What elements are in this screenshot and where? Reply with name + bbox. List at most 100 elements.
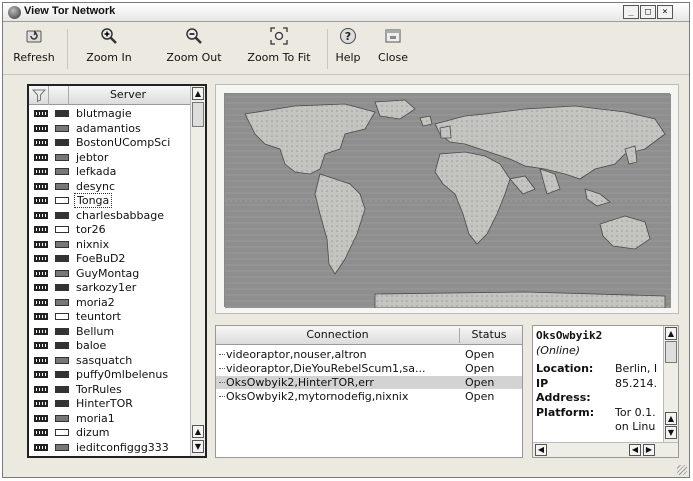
world-map[interactable]: [224, 93, 671, 309]
connection-path: OksOwbyik2,HinterTOR,err: [226, 376, 374, 389]
location-value: Berlin, I: [615, 362, 658, 375]
svg-text:?: ?: [345, 30, 351, 43]
connection-path: videoraptor,DieYouRebelScum1,sa...: [226, 362, 426, 375]
close-icon: [385, 29, 401, 43]
close-label: Close: [378, 51, 408, 64]
server-row[interactable]: TorRules: [29, 382, 190, 397]
router-status-icon: [34, 139, 48, 146]
server-row[interactable]: moria1: [29, 411, 190, 426]
server-name: BostonUCompSci: [76, 136, 171, 149]
scroll-right-arrow-icon[interactable]: ▶: [643, 444, 655, 456]
scroll-up-arrow-icon[interactable]: ▲: [665, 412, 677, 425]
scroll-up-arrow-icon[interactable]: ▲: [665, 327, 677, 340]
router-status-icon: [34, 429, 48, 436]
server-list[interactable]: Server blutmagie adamantios BostonUCompSci…: [27, 84, 207, 458]
server-name: GuyMontag: [76, 266, 140, 280]
router-status-icon: [34, 110, 48, 117]
bandwidth-column-header[interactable]: [49, 86, 69, 105]
zoom-in-button[interactable]: Zoom In: [77, 27, 141, 71]
location-label: Location:: [536, 362, 594, 375]
server-name: jebtor: [76, 150, 109, 164]
status-column-header[interactable]: Status: [462, 328, 516, 341]
scroll-left-arrow-icon[interactable]: ◀: [629, 444, 641, 456]
status-column-header[interactable]: [29, 86, 49, 105]
server-name: lefkada: [76, 165, 117, 178]
server-row[interactable]: dizum: [29, 425, 190, 440]
title-bar[interactable]: View Tor Network _ □ ×: [3, 3, 689, 22]
server-row[interactable]: moria2: [29, 295, 190, 310]
scroll-thumb[interactable]: [665, 341, 677, 363]
server-row[interactable]: sasquatch: [29, 353, 190, 368]
resize-grip[interactable]: [677, 465, 687, 475]
info-horizontal-scrollbar[interactable]: ◀ ◀ ▶: [533, 442, 678, 457]
connection-row[interactable]: OksOwbyik2,mytornodefig,nixnix Open: [216, 390, 522, 403]
zoom-to-fit-button[interactable]: Zoom To Fit: [239, 27, 319, 71]
refresh-label: Refresh: [13, 51, 55, 64]
router-status-icon: [34, 211, 48, 219]
server-row[interactable]: puffy0mlbelenus: [29, 367, 190, 382]
info-vertical-scrollbar[interactable]: ▲ ▲ ▼: [663, 326, 678, 442]
bandwidth-icon: [55, 313, 69, 320]
server-name: baloe: [76, 339, 107, 352]
server-name: moria2: [76, 295, 115, 309]
server-name: tor26: [76, 223, 106, 236]
scroll-down-arrow-icon[interactable]: ▼: [192, 440, 204, 453]
server-column-header[interactable]: Server: [69, 88, 187, 101]
server-name: adamantios: [76, 121, 141, 135]
router-status-icon: [34, 168, 48, 175]
server-row[interactable]: teuntort: [29, 309, 190, 324]
bandwidth-icon: [55, 211, 69, 219]
bandwidth-icon: [55, 269, 69, 277]
server-row-selected[interactable]: Tonga: [29, 193, 190, 208]
filter-icon: [31, 89, 47, 103]
refresh-icon: [26, 30, 42, 43]
close-button[interactable]: Close: [373, 27, 413, 71]
scroll-up-arrow-icon[interactable]: ▲: [192, 87, 204, 100]
connection-path: videoraptor,nouser,altron: [226, 348, 367, 361]
scroll-thumb[interactable]: [192, 102, 204, 127]
scroll-left-arrow-icon[interactable]: ◀: [535, 444, 547, 456]
server-row[interactable]: Bellum: [29, 324, 190, 339]
server-row[interactable]: ieditconfiggg333: [29, 440, 190, 455]
help-button[interactable]: ? Help: [333, 27, 363, 71]
server-row[interactable]: FoeBuD2: [29, 251, 190, 266]
refresh-button[interactable]: Refresh: [9, 27, 59, 71]
maximize-button[interactable]: □: [640, 5, 656, 19]
zoom-out-button[interactable]: Zoom Out: [161, 27, 227, 71]
connection-status: Open: [465, 390, 495, 403]
server-row[interactable]: charlesbabbage: [29, 208, 190, 223]
server-row[interactable]: baloe: [29, 338, 190, 353]
bandwidth-icon: [55, 226, 69, 233]
scroll-up-arrow-icon[interactable]: ▲: [192, 425, 204, 438]
window-title: View Tor Network: [24, 5, 116, 17]
zoom-to-fit-icon: [270, 27, 288, 45]
connection-row[interactable]: videoraptor,DieYouRebelScum1,sa... Open: [216, 362, 522, 375]
window-close-button[interactable]: ×: [657, 5, 673, 19]
server-row[interactable]: tor26: [29, 222, 190, 237]
server-row[interactable]: desync: [29, 179, 190, 194]
server-list-header: Server: [29, 86, 205, 105]
connection-row[interactable]: videoraptor,nouser,altron Open: [216, 348, 522, 361]
server-row[interactable]: nixnix: [29, 237, 190, 252]
scroll-down-arrow-icon[interactable]: ▼: [665, 426, 677, 439]
server-row[interactable]: jebtor: [29, 150, 190, 165]
bandwidth-icon: [55, 110, 69, 117]
server-list-scrollbar[interactable]: ▲ ▲ ▼: [190, 86, 205, 456]
server-row[interactable]: BostonUCompSci: [29, 135, 190, 150]
zoom-in-icon: [101, 28, 117, 44]
connection-row-selected[interactable]: OksOwbyik2,HinterTOR,err Open: [216, 376, 522, 389]
server-row[interactable]: blutmagie: [29, 106, 190, 121]
server-row[interactable]: HinterTOR: [29, 396, 190, 411]
bandwidth-icon: [55, 327, 69, 335]
server-row[interactable]: lefkada: [29, 164, 190, 179]
help-icon: ?: [340, 28, 356, 44]
server-row[interactable]: adamantios: [29, 121, 190, 136]
server-row[interactable]: GuyMontag: [29, 266, 190, 281]
router-status-icon: [34, 284, 48, 291]
connection-table[interactable]: Connection Status videoraptor,nouser,alt…: [215, 325, 523, 458]
router-status-icon: [34, 182, 48, 190]
router-status-icon: [34, 342, 48, 349]
minimize-button[interactable]: _: [623, 5, 639, 19]
connection-column-header[interactable]: Connection: [216, 328, 460, 343]
server-row[interactable]: sarkozy1er: [29, 280, 190, 295]
